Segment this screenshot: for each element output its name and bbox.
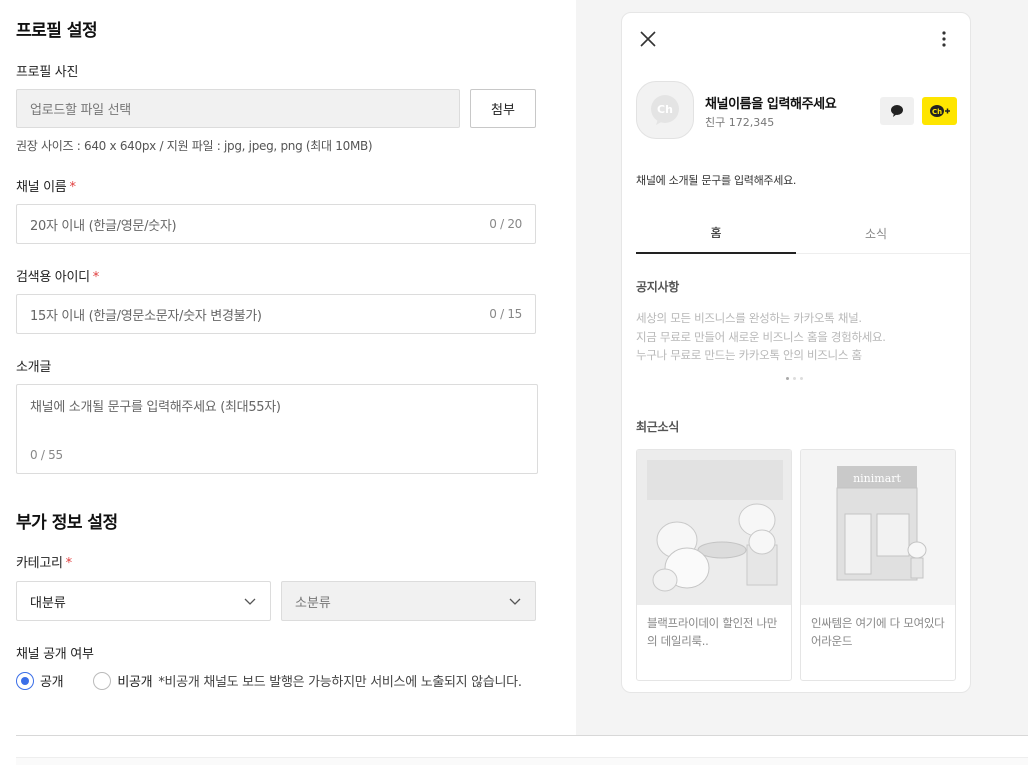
channel-name-label: 채널 이름 *: [16, 180, 76, 195]
intro-placeholder: 채널에 소개될 문구를 입력해주세요 (최대55자): [30, 400, 281, 415]
public-radio-label[interactable]: 공개: [40, 671, 64, 690]
intro-textarea[interactable]: 채널에 소개될 문구를 입력해주세요 (최대55자) 0 / 55: [16, 384, 538, 474]
search-id-placeholder: 15자 이내 (한글/영문소문자/숫자 변경불가): [30, 308, 262, 324]
search-id-counter: 0 / 15: [489, 307, 522, 321]
notice-pagination: [786, 377, 803, 380]
private-radio[interactable]: [93, 671, 112, 690]
required-mark: *: [65, 556, 73, 571]
channel-logo-icon: Ch: [651, 95, 679, 125]
channel-name-counter: 0 / 20: [489, 217, 522, 231]
required-mark: *: [69, 180, 76, 195]
category-sub-value: 소분류: [295, 595, 331, 611]
channel-name-input[interactable]: 20자 이내 (한글/영문/숫자) 0 / 20: [16, 204, 536, 244]
add-channel-button[interactable]: Ch: [922, 97, 957, 125]
footer-divider: [16, 735, 1028, 736]
required-mark: *: [92, 270, 100, 285]
more-vertical-icon[interactable]: [934, 27, 954, 51]
photo-size-hint: 권장 사이즈 : 640 x 640px / 지원 파일 : jpg, jpeg…: [16, 139, 373, 153]
notice-line: 세상의 모든 비즈니스를 완성하는 카카오톡 채널.: [636, 311, 862, 325]
attach-button[interactable]: 첨부: [470, 89, 536, 128]
preview-channel-intro: 채널에 소개될 문구를 입력해주세요.: [636, 174, 797, 187]
file-placeholder: 업로드할 파일 선택: [30, 103, 131, 118]
chevron-down-icon: [509, 598, 521, 605]
pagination-dot[interactable]: [800, 377, 803, 380]
tab-home[interactable]: 홈: [636, 213, 796, 254]
close-icon[interactable]: [636, 27, 660, 51]
notice-line: 지금 무료로 만들어 새로운 비즈니스 홈을 경험하세요.: [636, 329, 886, 344]
channel-preview-card: Ch 채널이름을 입력해주세요 친구 172,345 Ch 채널에 소개될 문구…: [621, 12, 971, 693]
preview-tabs: 홈 소식: [636, 213, 970, 254]
pagination-dot[interactable]: [793, 377, 796, 380]
news-image: [637, 450, 791, 605]
extra-section-title: 부가 정보 설정: [16, 513, 118, 533]
profile-photo-file-input[interactable]: 업로드할 파일 선택: [16, 89, 460, 128]
visibility-radio-group: 공개 비공개 *비공개 채널도 보드 발행은 가능하지만 서비스에 노출되지 않…: [16, 671, 522, 690]
svg-text:Ch: Ch: [931, 108, 941, 116]
chevron-down-icon: [244, 598, 256, 605]
preview-friend-count: 친구 172,345: [705, 116, 775, 129]
public-radio[interactable]: [16, 671, 34, 690]
preview-channel-name: 채널이름을 입력해주세요: [705, 97, 837, 112]
add-channel-icon: Ch: [929, 105, 950, 117]
news-card[interactable]: ninimart 인싸템은 여기에 다 모여있다 어라운드: [800, 449, 956, 681]
private-radio-label[interactable]: 비공개: [117, 671, 152, 690]
pagination-dot[interactable]: [786, 377, 789, 380]
notice-text: 세상의 모든 비즈니스를 완성하는 카카오톡 채널. 지금 무료로 만들어 새로…: [636, 309, 886, 365]
svg-text:Ch: Ch: [657, 103, 673, 116]
channel-avatar: Ch: [636, 81, 694, 139]
visibility-label: 채널 공개 여부: [16, 647, 94, 662]
recent-news-title: 최근소식: [636, 420, 679, 434]
search-id-label: 검색용 아이디 *: [16, 270, 100, 285]
intro-counter: 0 / 55: [30, 448, 63, 462]
chat-button[interactable]: [880, 97, 914, 125]
category-main-select[interactable]: 대분류: [16, 581, 271, 621]
news-text: 블랙프라이데이 할인전 나만의 데일리룩..: [647, 616, 778, 648]
category-label: 카테고리 *: [16, 556, 73, 571]
category-main-value: 대분류: [30, 595, 66, 611]
tab-news[interactable]: 소식: [796, 213, 956, 254]
notice-title: 공지사항: [636, 280, 679, 294]
news-image: ninimart: [801, 450, 955, 605]
svg-text:ninimart: ninimart: [853, 472, 901, 485]
search-id-input[interactable]: 15자 이내 (한글/영문소문자/숫자 변경불가) 0 / 15: [16, 294, 536, 334]
footer-bar: [16, 757, 1028, 765]
private-note: *비공개 채널도 보드 발행은 가능하지만 서비스에 노출되지 않습니다.: [158, 675, 522, 690]
notice-line: 누구나 무료로 만드는 카카오톡 안의 비즈니스 홈: [636, 348, 862, 362]
profile-form-panel: 프로필 설정 프로필 사진 업로드할 파일 선택 첨부 권장 사이즈 : 640…: [0, 0, 576, 735]
news-card[interactable]: 블랙프라이데이 할인전 나만의 데일리룩..: [636, 449, 792, 681]
chat-bubble-icon: [891, 105, 903, 117]
channel-name-placeholder: 20자 이내 (한글/영문/숫자): [30, 218, 177, 234]
profile-section-title: 프로필 설정: [16, 21, 98, 41]
intro-label: 소개글: [16, 360, 51, 375]
profile-photo-label: 프로필 사진: [16, 65, 79, 80]
category-sub-select[interactable]: 소분류: [281, 581, 536, 621]
news-text: 인싸템은 여기에 다 모여있다 어라운드: [811, 616, 945, 648]
